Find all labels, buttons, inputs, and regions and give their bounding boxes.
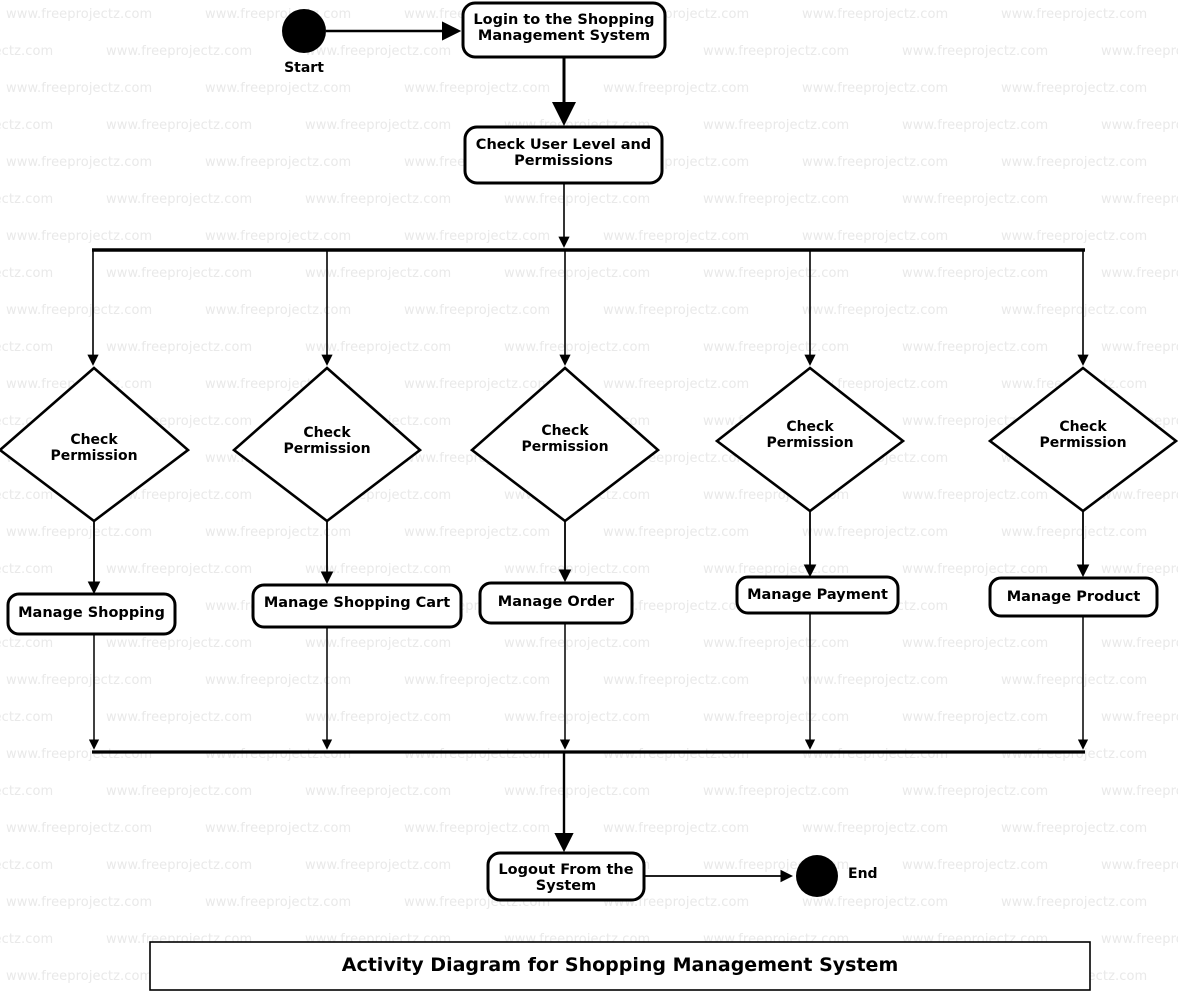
decision-node-check-permission-5 [987, 366, 1178, 513]
activity-node-logout [486, 851, 646, 902]
activity-node-manage-order [478, 581, 634, 625]
decision-node-check-permission-3 [469, 366, 661, 523]
diagram-title: Activity Diagram for Shopping Management… [341, 954, 899, 976]
decision-node-check-permission-2 [231, 366, 423, 523]
activity-diagram-canvas: www.freeprojectz.com www.freeprojectz.com… [0, 0, 1178, 994]
decision-node-check-permission-1 [0, 366, 191, 523]
end-node [796, 855, 838, 897]
activity-node-manage-shopping [6, 592, 177, 636]
diagram-vector-layer [0, 1, 1178, 991]
start-node [282, 9, 326, 53]
activity-node-login [461, 1, 667, 59]
activity-node-manage-payment [735, 575, 900, 615]
activity-node-check-user-level [463, 125, 664, 185]
activity-node-manage-shopping-cart [251, 583, 463, 629]
activity-node-manage-product [988, 576, 1159, 618]
decision-node-check-permission-4 [714, 366, 906, 513]
